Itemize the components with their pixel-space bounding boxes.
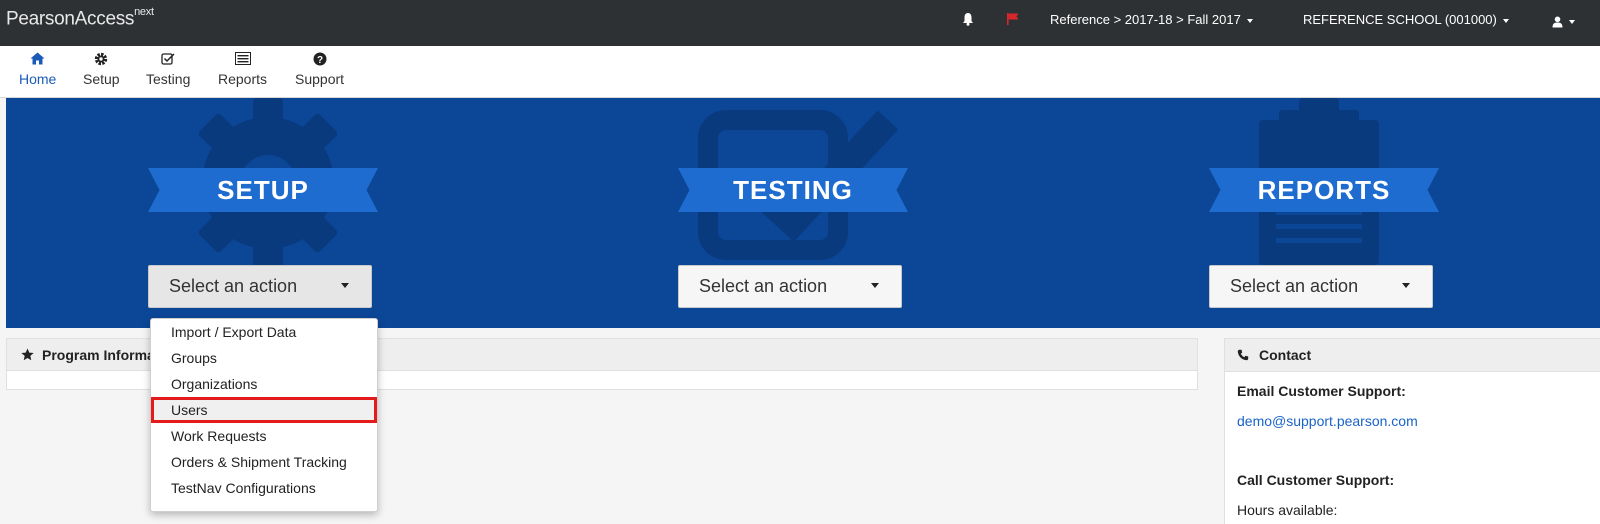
reports-panel: REPORTS Select an action [1209,98,1509,328]
organization-dropdown[interactable]: REFERENCE SCHOOL (001000) [1303,12,1509,27]
chevron-down-icon [341,283,349,288]
menu-item-users[interactable]: Users [151,397,377,423]
caret-down-icon [1569,19,1575,24]
star-icon [21,348,34,361]
nav-reports[interactable]: Reports [218,52,267,87]
nav-testing[interactable]: Testing [146,52,190,87]
testing-action-select[interactable]: Select an action [678,265,902,308]
app-logo[interactable]: PearsonAccessnext [6,6,154,30]
testing-panel: TESTING Select an action [678,98,978,328]
testing-ribbon: TESTING [678,168,908,212]
user-icon [1552,16,1563,28]
checkbox-icon [146,52,190,69]
list-icon [218,52,267,69]
menu-item-work-requests[interactable]: Work Requests [151,423,377,449]
phone-icon [1237,349,1249,361]
action-hero: SETUP Select an action TESTING Select an… [6,98,1600,328]
testing-title: TESTING [733,175,853,205]
setup-action-menu: Import / Export Data Groups Organization… [150,318,378,512]
context-breadcrumb-dropdown[interactable]: Reference > 2017-18 > Fall 2017 [1050,12,1253,27]
setup-title: SETUP [217,175,309,205]
top-bar: PearsonAccessnext Reference > 2017-18 > … [0,0,1600,46]
menu-item-import-export-data[interactable]: Import / Export Data [151,319,377,345]
menu-item-testnav-configurations[interactable]: TestNav Configurations [151,475,377,501]
caret-down-icon [1246,18,1253,23]
main-nav: Home Setup Testing Reports ? Support [0,46,1600,98]
email-support-label: Email Customer Support: [1237,383,1406,399]
chevron-down-icon [1402,283,1410,288]
contact-panel: Contact Email Customer Support: demo@sup… [1224,338,1600,524]
setup-panel: SETUP Select an action [148,98,448,328]
user-menu[interactable] [1552,13,1575,28]
menu-item-organizations[interactable]: Organizations [151,371,377,397]
nav-home[interactable]: Home [19,52,56,87]
caret-down-icon [1502,18,1509,23]
menu-item-orders-shipment-tracking[interactable]: Orders & Shipment Tracking [151,449,377,475]
call-support-label: Call Customer Support: [1237,472,1395,488]
home-icon [19,52,56,69]
svg-text:?: ? [316,55,322,66]
reports-action-select[interactable]: Select an action [1209,265,1433,308]
gear-icon [83,52,120,69]
contact-header: Contact [1225,339,1600,372]
menu-item-groups[interactable]: Groups [151,345,377,371]
setup-ribbon: SETUP [148,168,378,212]
flag-icon[interactable] [1006,12,1020,31]
chevron-down-icon [871,283,879,288]
reports-title: REPORTS [1257,175,1391,205]
nav-setup[interactable]: Setup [83,52,120,87]
support-email-link[interactable]: demo@support.pearson.com [1237,413,1418,429]
reports-ribbon: REPORTS [1209,168,1439,212]
question-icon: ? [295,52,344,69]
bell-icon[interactable] [962,12,974,31]
setup-action-select[interactable]: Select an action [148,265,372,308]
hours-available-label: Hours available: [1237,502,1338,518]
nav-support[interactable]: ? Support [295,52,344,87]
